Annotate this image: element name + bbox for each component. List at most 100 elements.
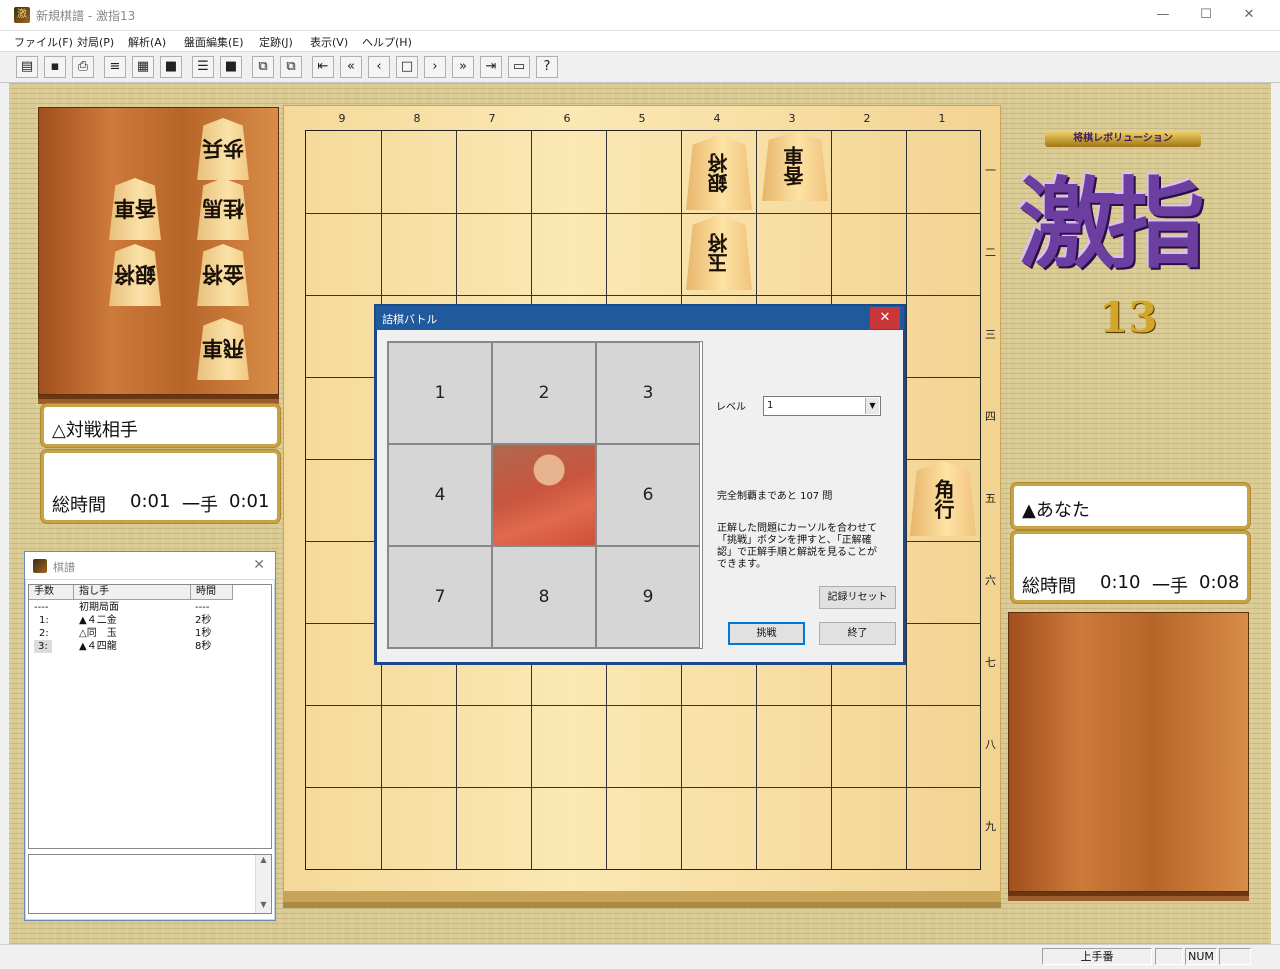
rank-label: 四	[985, 410, 996, 423]
kifu-header-move[interactable]: 指し手	[74, 585, 191, 600]
kifu-row[interactable]: 1: ▲４二金 2秒	[29, 614, 271, 627]
remaining-count-text: 完全制覇まであと 107 問	[717, 491, 833, 502]
menu-view[interactable]: 表示(V)	[310, 34, 348, 50]
challenge-button[interactable]: 挑戦	[728, 622, 805, 645]
maximize-button[interactable]: ☐	[1183, 0, 1229, 30]
dialog-close-button[interactable]: ✕	[870, 307, 900, 329]
board-icon[interactable]: ▦	[132, 56, 154, 78]
forward-many-icon[interactable]: »	[452, 56, 474, 78]
level-value: 1	[767, 400, 774, 411]
file-label: 7	[488, 112, 496, 125]
kifu-row[interactable]: ---- 初期局面 ----	[29, 601, 271, 614]
puzzle-cell-5-photo[interactable]	[492, 444, 596, 546]
file-label: 4	[713, 112, 721, 125]
print-icon[interactable]: ⎙	[72, 56, 94, 78]
stop-icon[interactable]: □	[396, 56, 418, 78]
puzzle-cell-6[interactable]: 6	[596, 444, 700, 546]
gote-player-name: △対戦相手	[52, 420, 138, 441]
gote-piece-stand: 歩兵 香車 桂馬 銀将 金将 飛車	[38, 107, 279, 395]
gote-total-time: 0:01	[130, 491, 171, 512]
menu-game[interactable]: 対局(P)	[77, 34, 114, 50]
window-title: 新規棋譜 - 激指13	[36, 9, 136, 23]
puzzle-cell-2[interactable]: 2	[492, 342, 596, 444]
menu-bar: ファイル(F) 対局(P) 解析(A) 盤面編集(E) 定跡(J) 表示(V) …	[0, 31, 1280, 51]
puzzle-cell-4[interactable]: 4	[388, 444, 492, 546]
sente-total-time-label: 総時間	[1022, 576, 1076, 597]
copy-icon[interactable]: ⧉	[252, 56, 274, 78]
sente-name-box: ▲あなた	[1011, 483, 1250, 529]
status-num: NUM	[1185, 948, 1217, 965]
gote-hand-pawn[interactable]: 歩兵	[197, 118, 249, 180]
puzzle-cell-3[interactable]: 3	[596, 342, 700, 444]
kifu-list-icon[interactable]: ≡	[104, 56, 126, 78]
back-one-icon[interactable]: ‹	[368, 56, 390, 78]
save-icon[interactable]: ▪	[44, 56, 66, 78]
kifu-row-selected[interactable]: 3: ▲４四龍 8秒	[29, 640, 271, 653]
gote-lance-piece[interactable]: 香車	[762, 131, 828, 201]
minimize-button[interactable]: —	[1140, 0, 1186, 30]
sente-move-time-label: 一手	[1152, 576, 1188, 597]
menu-help[interactable]: ヘルプ(H)	[362, 34, 412, 50]
status-turn: 上手番	[1042, 948, 1152, 965]
kifu-comment-box[interactable]: ▲ ▼	[28, 854, 272, 914]
paste-icon[interactable]: ⧉	[280, 56, 302, 78]
disabled-icon: ■	[160, 56, 182, 78]
sente-player-name: ▲あなた	[1022, 500, 1090, 521]
rank-label: 八	[985, 738, 996, 751]
menu-file[interactable]: ファイル(F)	[14, 34, 73, 50]
file-label: 8	[413, 112, 421, 125]
menu-board-edit[interactable]: 盤面編集(E)	[184, 34, 244, 50]
gote-hand-lance[interactable]: 香車	[109, 178, 161, 240]
forward-one-icon[interactable]: ›	[424, 56, 446, 78]
dialog-title-bar: 詰棋バトル ✕	[376, 306, 904, 330]
disabled-icon-2: ■	[220, 56, 242, 78]
list-icon[interactable]: ☰	[192, 56, 214, 78]
puzzle-cell-8[interactable]: 8	[492, 546, 596, 648]
gote-hand-gold[interactable]: 金将	[197, 244, 249, 306]
kifu-title-bar: 棋譜 ✕	[25, 552, 275, 580]
file-label: 1	[938, 112, 946, 125]
gote-hand-knight[interactable]: 桂馬	[197, 178, 249, 240]
new-file-icon[interactable]: ▤	[16, 56, 38, 78]
gote-hand-silver[interactable]: 銀将	[109, 244, 161, 306]
gote-time-box: 総時間 0:01 一手 0:01	[41, 450, 280, 523]
sente-total-time: 0:10	[1100, 572, 1141, 593]
puzzle-cell-7[interactable]: 7	[388, 546, 492, 648]
kifu-row[interactable]: 2: △同 玉 1秒	[29, 627, 271, 640]
end-button[interactable]: 終了	[819, 622, 896, 645]
gote-silver-piece[interactable]: 銀将	[686, 135, 752, 210]
monitor-icon[interactable]: ▭	[508, 56, 530, 78]
kifu-window-icon	[33, 559, 47, 573]
kifu-title: 棋譜	[53, 561, 75, 574]
comment-scrollbar[interactable]: ▲ ▼	[255, 855, 271, 913]
puzzle-cell-1[interactable]: 1	[388, 342, 492, 444]
record-reset-button[interactable]: 記録リセット	[819, 586, 896, 609]
menu-analysis[interactable]: 解析(A)	[128, 34, 166, 50]
gote-hand-rook[interactable]: 飛車	[197, 318, 249, 380]
puzzle-cell-9[interactable]: 9	[596, 546, 700, 648]
kifu-window: 棋譜 ✕ 手数 指し手 時間 ---- 初期局面 ---- 1: ▲４二金 2秒 2: △…	[24, 551, 276, 921]
gote-king-piece[interactable]: 玉将	[686, 215, 752, 290]
help-icon[interactable]: ?	[536, 56, 558, 78]
kifu-list[interactable]: 手数 指し手 時間 ---- 初期局面 ---- 1: ▲４二金 2秒 2: △同 玉 1秒…	[28, 584, 272, 849]
title-bar: 激 新規棋譜 - 激指13 — ☐ ✕	[0, 0, 1280, 31]
status-pane-empty-2	[1219, 948, 1251, 965]
chevron-down-icon[interactable]: ▼	[865, 398, 879, 414]
hint-text: 正解した問題にカーソルを合わせて「挑戦」ボタンを押すと、「正解確認」で正解手順と…	[717, 523, 877, 570]
close-button[interactable]: ✕	[1226, 0, 1272, 30]
file-label: 9	[338, 112, 346, 125]
sente-bishop-piece[interactable]: 角行	[910, 461, 976, 536]
back-many-icon[interactable]: «	[340, 56, 362, 78]
dialog-title: 詰棋バトル	[382, 313, 438, 326]
kifu-header-num[interactable]: 手数	[29, 585, 74, 600]
logo-number: 13	[1099, 293, 1158, 342]
level-select[interactable]: 1 ▼	[763, 396, 881, 416]
menu-joseki[interactable]: 定跡(J)	[259, 34, 293, 50]
first-move-icon[interactable]: ⇤	[312, 56, 334, 78]
kifu-header-time[interactable]: 時間	[191, 585, 233, 600]
rank-label: 三	[985, 328, 996, 341]
sente-piece-stand	[1008, 612, 1249, 892]
kifu-close-icon[interactable]: ✕	[253, 557, 265, 573]
last-move-icon[interactable]: ⇥	[480, 56, 502, 78]
tsume-battle-dialog: 詰棋バトル ✕ 1 2 3 4 6 7 8 9 レベル 1 ▼ 完全制覇まであと…	[374, 304, 906, 665]
